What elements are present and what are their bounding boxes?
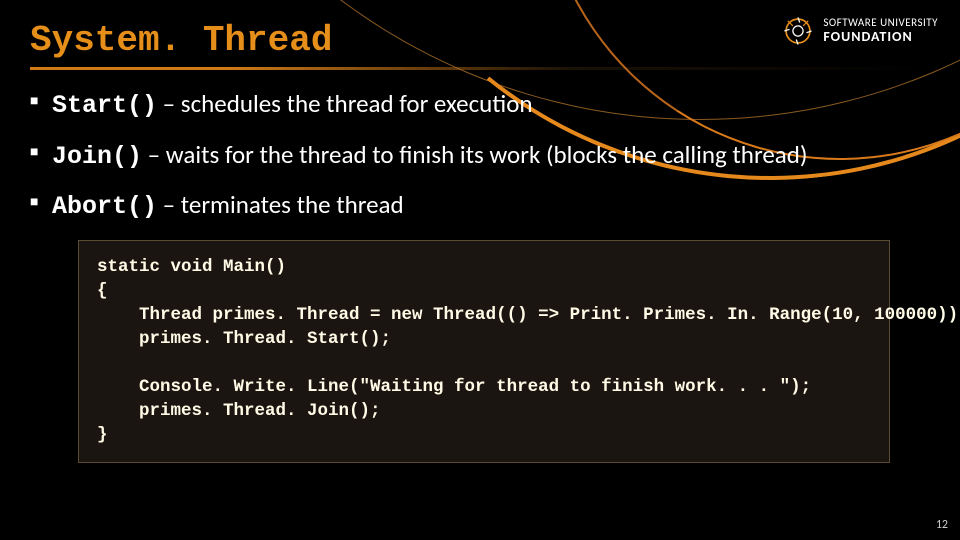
bullet-list: Start() – schedules the thread for execu… [30,88,930,224]
method-name: Join() [52,142,142,171]
bullet-text: – waits for the thread to finish its wor… [142,139,807,170]
brand-text: SOFTWARE UNIVERSITY FOUNDATION [823,17,938,44]
brand-line2: FOUNDATION [823,29,938,44]
bullet-text: – terminates the thread [157,189,404,220]
lightbulb-gear-icon [781,14,815,48]
page-number: 12 [936,518,948,532]
slide-container: SOFTWARE UNIVERSITY FOUNDATION System. T… [0,0,960,540]
title-underline [30,67,930,70]
method-name: Abort() [52,192,157,221]
bullet-text: – schedules the thread for execution [157,88,533,119]
bullet-item: Abort() – terminates the thread [30,189,930,224]
method-name: Start() [52,91,157,120]
bullet-item: Start() – schedules the thread for execu… [30,88,930,123]
bullet-item: Join() – waits for the thread to finish … [30,139,930,174]
brand-logo: SOFTWARE UNIVERSITY FOUNDATION [781,14,938,48]
code-block: static void Main() { Thread primes. Thre… [78,240,890,463]
